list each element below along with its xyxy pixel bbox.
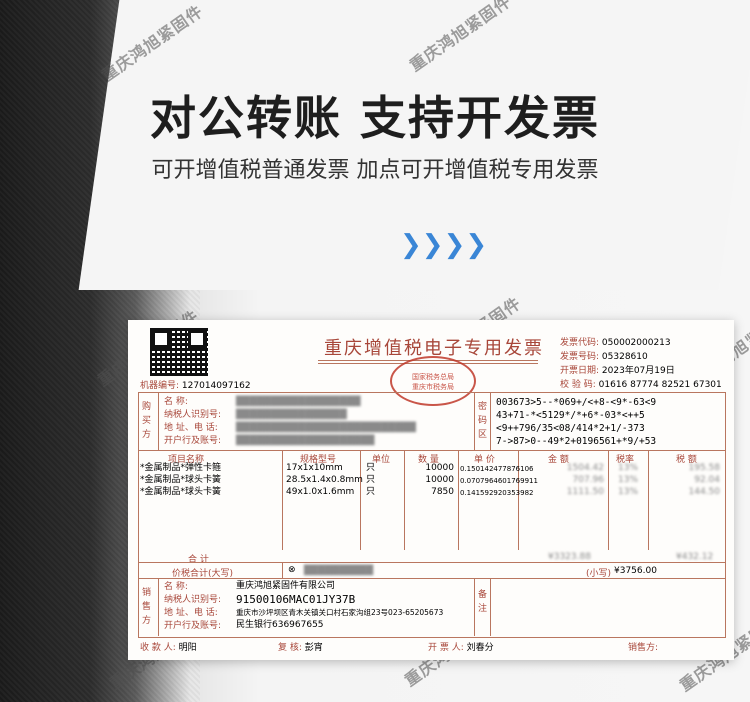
item-qty: 10000	[425, 463, 454, 473]
invoice-code: 050002000213	[601, 338, 671, 348]
item-unit: 只	[366, 463, 376, 473]
item-tax: 195.58	[688, 463, 721, 473]
qr-code-icon	[150, 328, 208, 376]
total-label: 合 计	[188, 555, 209, 565]
seller-bank: 民生银行636967655	[236, 620, 324, 630]
remark-side-label: 备注	[478, 590, 488, 614]
item-name: *金属制品*弹性卡箍	[140, 463, 222, 473]
item-qty: 7850	[431, 487, 454, 497]
total-amount: ¥3323.88	[548, 552, 591, 562]
item-spec: 17x1x10mm	[286, 463, 343, 473]
code-label: 发票代码:	[560, 338, 600, 348]
cipher-line: <9++796/35<08/414*2+1/-373	[496, 423, 645, 434]
item-amount: 1504.42	[566, 463, 604, 473]
subheadline: 可开增值税普通发票 加点可开增值税专用发票	[151, 158, 599, 183]
cipher-line: 43+71-*<5129*/*+6*-03*<++5	[496, 410, 645, 421]
buyer-info-redacted: ██████████████████ ████████████████ ██████…	[236, 397, 416, 446]
seller-addr-label: 地 址、电 话:	[164, 608, 218, 618]
item-rate: 13%	[618, 463, 639, 473]
grand-total-cross-icon: ⊗	[288, 565, 296, 575]
seller-tax-id: 91500106MAC01JY37B	[236, 593, 356, 606]
invoice-number: 05328610	[601, 352, 648, 362]
item-spec: 49x1.0x1.6mm	[286, 487, 355, 497]
machine-label: 机器编号:	[140, 381, 180, 391]
payee: 明阳	[178, 643, 197, 653]
grand-total-amount: ¥3756.00	[614, 566, 657, 576]
headline: 对公转账 支持开发票	[149, 91, 600, 145]
seller-footer-label: 销售方:	[628, 643, 659, 653]
cipher-line: 003673>5--*069+/<+8-<9*-63<9	[496, 397, 657, 408]
total-tax: ¥432.12	[676, 552, 714, 562]
grand-total-words-redacted: ██████████	[304, 566, 374, 576]
seller-name: 重庆鸿旭紧固件有限公司	[236, 581, 336, 591]
buyer-side-label: 购买方	[142, 402, 152, 440]
item-rate: 13%	[618, 487, 639, 497]
item-qty: 10000	[425, 475, 454, 485]
seller-tax-label: 纳税人识别号:	[164, 595, 222, 605]
issuer-label: 开 票 人:	[428, 643, 464, 653]
item-spec: 28.5x1.4x0.8mm	[286, 475, 363, 485]
item-rate: 13%	[618, 475, 639, 485]
payee-label: 收 款 人:	[140, 643, 176, 653]
check-code: 01616 87774 82521 67301	[598, 380, 722, 390]
check-label: 校 验 码:	[560, 380, 596, 390]
invoice-document: 重庆增值税电子专用发票 国家税务总局 重庆市税务局 发票代码: 05000200…	[128, 320, 734, 660]
buyer-bank-label: 开户行及账号:	[164, 436, 222, 446]
item-amount: 707.96	[572, 475, 605, 485]
number-label: 发票号码:	[560, 352, 600, 362]
seller-side-label: 销售方	[142, 588, 152, 626]
cipher-side-label: 密码区	[478, 402, 488, 440]
invoice-date: 2023年07月19日	[601, 366, 675, 376]
buyer-addr-label: 地 址、电 话:	[164, 423, 218, 433]
machine-number: 127014097162	[181, 381, 251, 391]
item-tax: 144.50	[688, 487, 721, 497]
seller-address: 重庆市沙坪坝区青木关镇关口村石家沟组23号023-65205673	[236, 608, 444, 617]
reviewer: 彭宵	[304, 643, 323, 653]
buyer-tax-label: 纳税人识别号:	[164, 410, 222, 420]
issuer: 刘春分	[466, 643, 494, 653]
seller-name-label: 名 称:	[164, 582, 188, 592]
cipher-line: 7->87>0--49*2+0196561+*9/+53	[496, 436, 657, 447]
buyer-name-label: 名 称:	[164, 397, 188, 407]
item-tax: 92.04	[694, 475, 720, 485]
item-unit: 只	[366, 487, 376, 497]
seller-bank-label: 开户行及账号:	[164, 621, 222, 631]
chevron-right-icon: ❯❯❯❯	[400, 230, 488, 260]
item-amount: 1111.50	[566, 487, 604, 497]
reviewer-label: 复 核:	[278, 643, 302, 653]
item-name: *金属制品*球头卡簧	[140, 475, 222, 485]
item-name: *金属制品*球头卡簧	[140, 487, 222, 497]
date-label: 开票日期:	[560, 366, 600, 376]
item-unit: 只	[366, 475, 376, 485]
